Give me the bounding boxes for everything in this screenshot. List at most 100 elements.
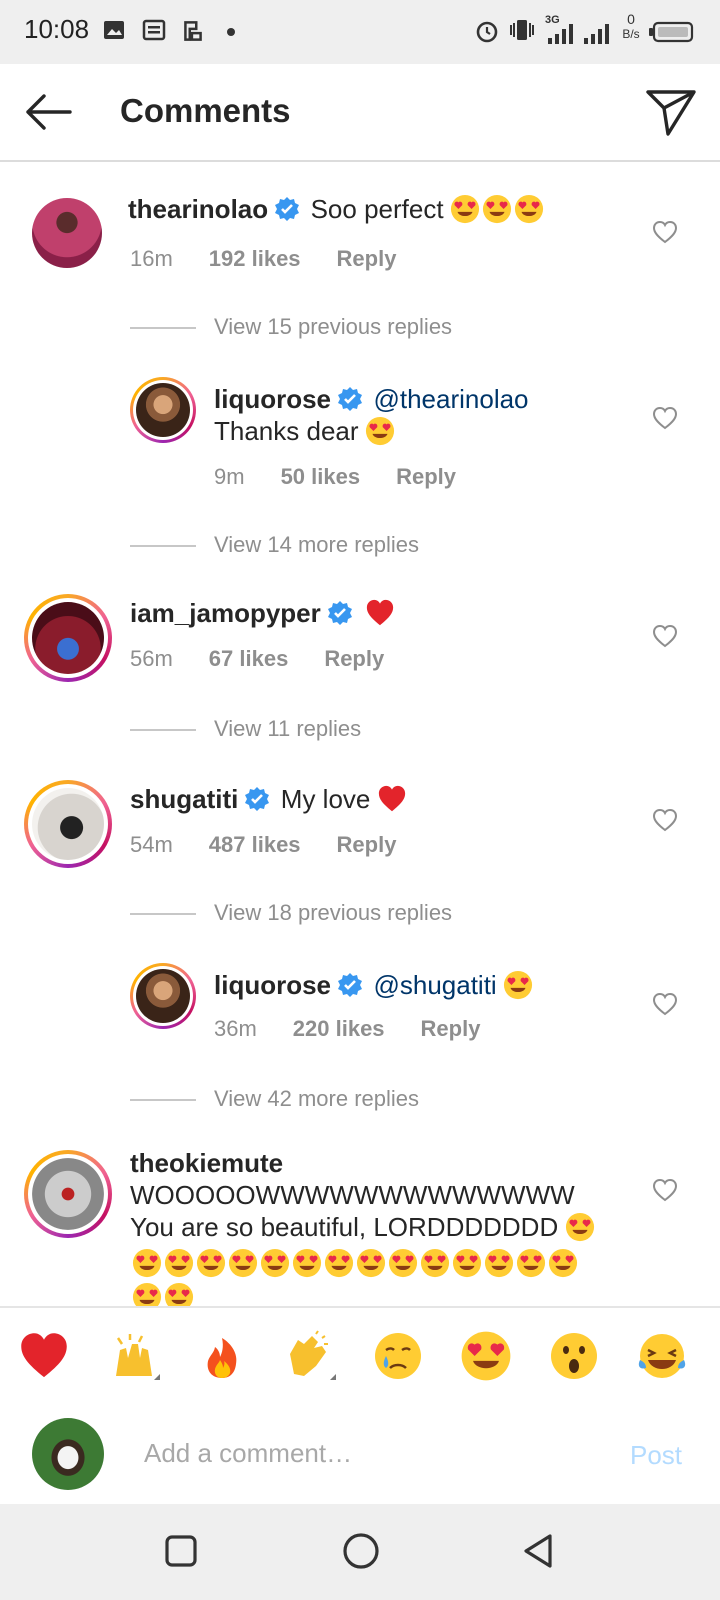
comment-username[interactable]: liquorose [214,384,331,414]
status-bar: 10:08 3G 0 B/s [0,0,720,64]
fire-reaction[interactable] [196,1330,248,1382]
post-button[interactable]: Post [630,1440,682,1471]
heart-eyes-emoji [260,1248,290,1278]
verified-badge-icon [337,386,363,412]
arrow-left-icon[interactable] [20,88,76,136]
news-icon [142,19,166,41]
reply-button[interactable]: Reply [324,646,384,671]
like-heart-icon[interactable] [652,992,678,1016]
signal-icon [548,24,573,44]
quick-reaction-bar [0,1306,720,1406]
verified-badge-icon [337,972,363,998]
comment-meta: 56m 67 likes Reply [130,646,420,672]
avatar[interactable] [32,602,104,674]
heart-eyes-emoji [164,1248,194,1278]
emoji-row [130,1248,578,1278]
view-replies-button[interactable]: View 14 more replies [130,532,419,558]
comment-meta: 36m 220 likes Reply [214,1016,516,1042]
red-heart-reaction[interactable] [18,1330,70,1382]
view-replies-button[interactable]: View 18 previous replies [130,900,452,926]
verified-badge-icon [274,196,300,222]
comment-username[interactable]: thearinolao [128,194,268,224]
heart-eyes-emoji [356,1248,386,1278]
avatar[interactable] [32,198,102,268]
comment-meta: 9m 50 likes Reply [214,464,492,490]
vibrate-icon [510,20,534,40]
reply-button[interactable]: Reply [337,246,397,271]
comment-likes[interactable]: 50 likes [281,464,361,489]
comment-time: 54m [130,832,173,857]
square-icon[interactable] [164,1534,198,1568]
send-icon[interactable] [644,86,698,138]
like-heart-icon[interactable] [652,808,678,832]
like-heart-icon[interactable] [652,220,678,244]
page-title: Comments [120,92,291,129]
view-replies-button[interactable]: View 42 more replies [130,1086,419,1112]
like-heart-icon[interactable] [652,624,678,648]
tears-of-joy-reaction[interactable] [636,1330,688,1382]
heart-eyes-emoji [132,1282,162,1306]
astonished-face-reaction[interactable] [548,1330,600,1382]
avatar[interactable] [136,969,190,1023]
heart-eyes-emoji [420,1248,450,1278]
comment-likes[interactable]: 67 likes [209,646,289,671]
red-heart-emoji [377,784,407,814]
alarm-icon [476,21,498,43]
comment-input[interactable]: Add a comment… [144,1438,352,1469]
mention-link[interactable]: @shugatiti [373,970,496,1000]
heart-eyes-emoji [196,1248,226,1278]
comment-item: liquorose @thearinolao Thanks dear 9m 50 … [0,372,720,492]
view-replies-button[interactable]: View 15 previous replies [130,314,452,340]
circle-icon[interactable] [342,1532,380,1570]
comment-likes[interactable]: 192 likes [209,246,301,271]
comment-time: 16m [130,246,173,271]
triangle-back-icon[interactable] [520,1532,556,1570]
battery-icon [649,21,694,43]
signal-icon [584,24,609,44]
heart-eyes-emoji [548,1248,578,1278]
emoji-row [130,1282,194,1306]
heart-eyes-emoji [516,1248,546,1278]
comment-likes[interactable]: 487 likes [209,832,301,857]
comment-time: 9m [214,464,245,489]
comment-text: You are so beautiful, LORDDDDDDD [130,1212,559,1242]
crying-face-reaction[interactable] [372,1330,424,1382]
comment-username[interactable]: shugatiti [130,784,238,814]
red-heart-emoji [365,598,395,628]
heart-eyes-emoji [164,1282,194,1306]
heart-eyes-reaction[interactable] [460,1330,512,1382]
mention-link[interactable]: @thearinolao [373,384,528,414]
comment-composer: Add a comment… Post [0,1404,720,1504]
comment-text: WOOOOOWWWWWWWWWWWWW [130,1180,575,1210]
comment-username[interactable]: theokiemute [130,1148,283,1179]
comment-text: Thanks dear [214,416,359,446]
reply-button[interactable]: Reply [396,464,456,489]
heart-eyes-emoji [324,1248,354,1278]
comment-likes[interactable]: 220 likes [293,1016,385,1041]
comment-meta: 54m 487 likes Reply [130,832,432,858]
comment-time: 56m [130,646,173,671]
raised-hands-reaction[interactable] [108,1330,160,1382]
reply-button[interactable]: Reply [421,1016,481,1041]
status-time: 10:08 [24,14,90,44]
current-user-avatar [32,1418,104,1490]
like-heart-icon[interactable] [652,406,678,430]
heart-eyes-emoji [514,194,544,224]
like-heart-icon[interactable] [652,1178,678,1202]
comment-item: iam_jamopyper 56m 67 likes Reply [0,590,720,700]
comment-meta: 16m 192 likes Reply [130,246,432,272]
clapping-hands-reaction[interactable] [284,1330,336,1382]
avatar[interactable] [32,1158,104,1230]
comment-text: My love [280,784,371,814]
comment-username[interactable]: liquorose [214,970,331,1000]
reply-button[interactable]: Reply [337,832,397,857]
verified-badge-icon [327,600,353,626]
view-replies-button[interactable]: View 11 replies [130,716,361,742]
heart-eyes-emoji [450,194,480,224]
comment-time: 36m [214,1016,257,1041]
heart-eyes-emoji [452,1248,482,1278]
avatar[interactable] [136,383,190,437]
comment-username[interactable]: iam_jamopyper [130,598,321,628]
image-icon [104,21,124,39]
avatar[interactable] [32,788,104,860]
